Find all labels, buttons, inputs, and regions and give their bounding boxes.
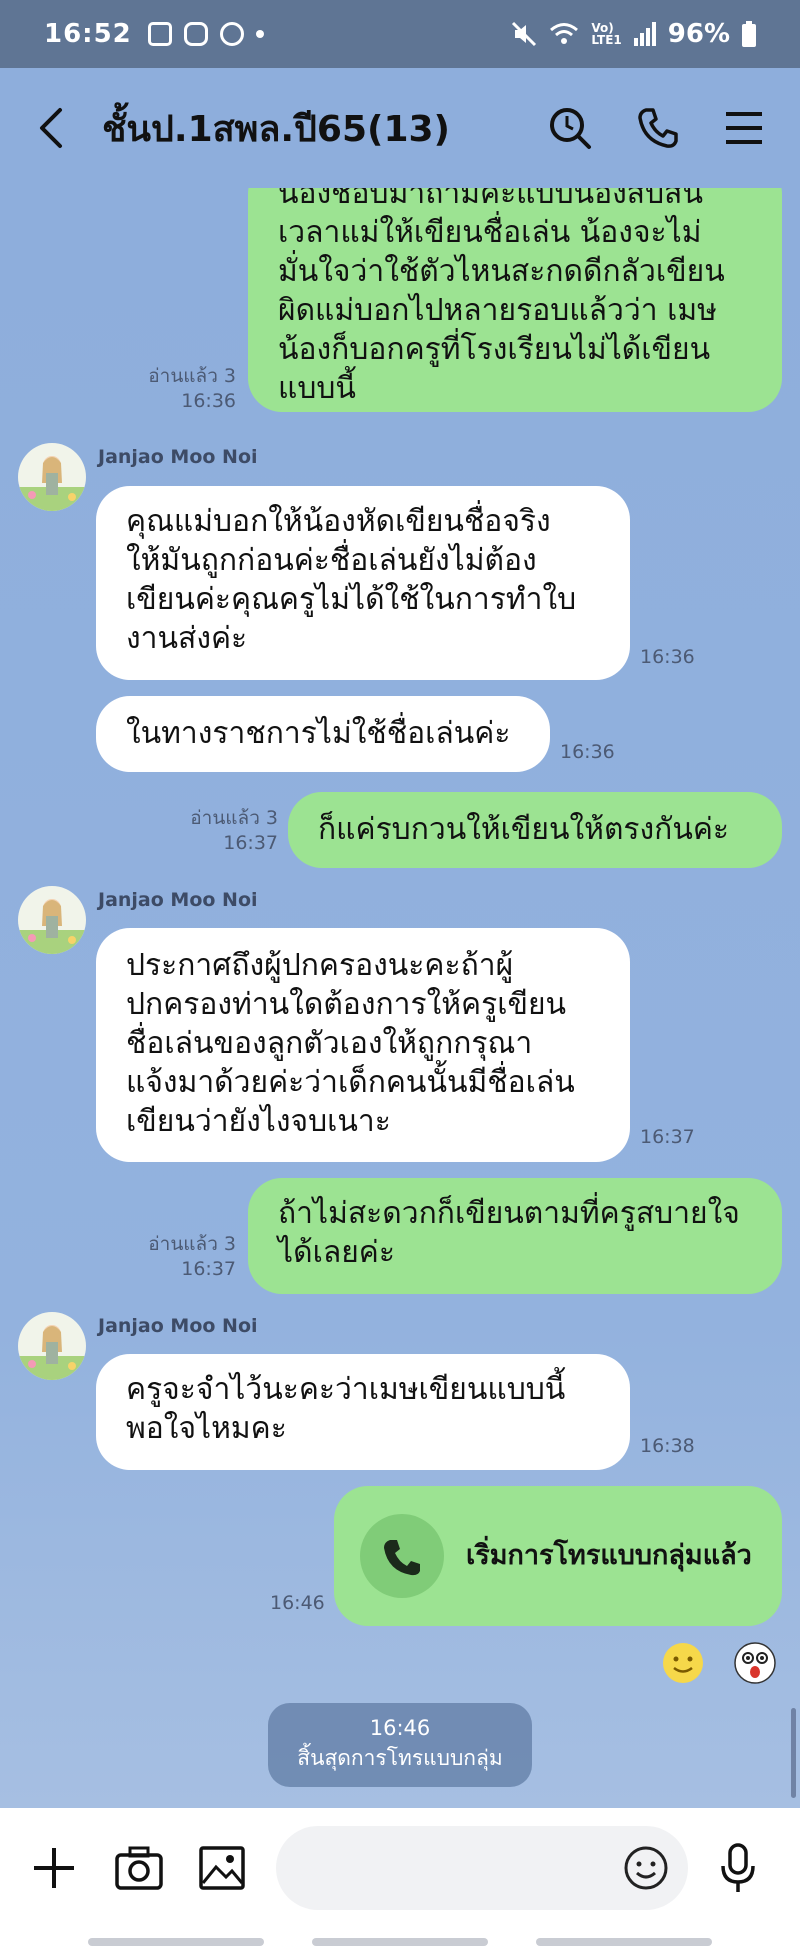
message-meta: อ่านแล้ว 3 16:37 (160, 806, 278, 856)
message-line: ให้มันถูกก่อนค่ะชื่อเล่นยังไม่ต้อง (126, 543, 537, 578)
message-line: คุณแม่บอกให้น้องหัดเขียนชื่อจริง (126, 504, 551, 539)
status-bar: 16:52 Vo) LTE1 96% (0, 0, 800, 68)
sender-name: Janjao Moo Noi (98, 446, 258, 468)
system-nav-bar (0, 1928, 800, 1956)
outgoing-message[interactable]: ก็แค่รบกวนให้เขียนให้ตรงกันค่ะ (288, 792, 782, 868)
message-line: เวลาแม่ให้เขียนชื่อเล่น น้องจะไม่ (278, 215, 702, 250)
message-time: 16:37 (181, 1258, 236, 1280)
message-line: ครูจะจำไว้นะคะว่าเมษเขียนแบบนี้ (126, 1372, 566, 1407)
message-line: งานส่งค่ะ (126, 621, 248, 656)
phone-icon (384, 1540, 420, 1576)
message-time: 16:36 (181, 390, 236, 412)
message-line: ถ้าไม่สะดวกก็เขียนตามที่ครูสบายใจ (278, 1196, 740, 1231)
call-label: เริ่มการโทรแบบกลุ่มแล้ว (466, 1540, 752, 1571)
search-icon[interactable] (548, 106, 592, 150)
wifi-icon (550, 23, 579, 44)
message-line: ก็แค่รบกวนให้เขียนให้ตรงกันค่ะ (318, 812, 730, 847)
outgoing-message[interactable]: ถ้าไม่สะดวกก็เขียนตามที่ครูสบายใจ ได้เลย… (248, 1178, 782, 1294)
chat-area[interactable]: น้องชอบมาถามค่ะแบบน้องสับสน เวลาแม่ให้เข… (0, 188, 800, 1808)
message-time: 16:37 (640, 1126, 695, 1148)
sender-name: Janjao Moo Noi (98, 889, 258, 911)
message-line: พอใจไหมคะ (126, 1411, 287, 1446)
battery-percent: 96% (667, 19, 730, 49)
call-ended-time: 16:46 (369, 1716, 431, 1740)
nav-handle[interactable] (88, 1938, 264, 1946)
line-icon (219, 22, 244, 46)
message-time: 16:46 (270, 1592, 325, 1614)
plus-icon[interactable] (30, 1844, 78, 1892)
avatar-icon (18, 1325, 86, 1380)
smile-emoji-icon[interactable] (662, 1642, 704, 1684)
chat-title: ชั้นป.1สพล.ปี65(13) (102, 108, 451, 150)
status-time: 16:52 (44, 19, 132, 49)
message-line: น้องชอบมาถามค่ะแบบน้องสับสน (278, 188, 703, 211)
image-icon[interactable] (198, 1845, 246, 1891)
emoji-icon[interactable] (622, 1844, 670, 1892)
gallery-icon (147, 22, 172, 46)
read-receipt: อ่านแล้ว 3 (190, 807, 278, 829)
message-line: ได้เลยค่ะ (278, 1235, 395, 1270)
incoming-message[interactable]: ประกาศถึงผู้ปกครองนะคะถ้าผู้ ปกครองท่านใ… (96, 928, 630, 1162)
instagram-icon (183, 22, 208, 46)
message-meta: อ่านแล้ว 3 16:36 (120, 364, 236, 414)
message-line: มั่นใจว่าใช้ตัวไหนสะกดดีกลัวเขียน (278, 254, 725, 289)
menu-icon[interactable] (724, 108, 764, 148)
shocked-face-icon[interactable] (734, 1642, 776, 1684)
message-time: 16:38 (640, 1435, 695, 1457)
incoming-message[interactable]: ครูจะจำไว้นะคะว่าเมษเขียนแบบนี้ พอใจไหมค… (96, 1354, 630, 1470)
avatar-icon (18, 899, 86, 954)
mute-icon (512, 21, 537, 47)
message-line: ชื่อเล่นของลูกตัวเองให้ถูกกรุณา (126, 1026, 533, 1061)
read-receipt: อ่านแล้ว 3 (148, 365, 236, 387)
call-ended-label: สิ้นสุดการโทรแบบกลุ่ม (297, 1746, 503, 1770)
volte-icon: Vo) LTE1 (591, 21, 622, 47)
message-input[interactable] (276, 1826, 688, 1910)
message-time: 16:36 (560, 741, 615, 763)
read-receipt: อ่านแล้ว 3 (148, 1233, 236, 1255)
call-ended-notice: 16:46 สิ้นสุดการโทรแบบกลุ่ม (268, 1703, 532, 1787)
avatar-icon (18, 456, 86, 511)
message-line: เขียนค่ะคุณครูไม่ได้ใช้ในการทำใบ (126, 582, 577, 617)
message-time: 16:36 (640, 646, 695, 668)
chat-header: ชั้นป.1สพล.ปี65(13) (0, 68, 800, 188)
scrollbar[interactable] (791, 1708, 796, 1798)
message-time: 16:37 (223, 832, 278, 854)
message-line: ปกครองท่านใดต้องการให้ครูเขียน (126, 987, 567, 1022)
notification-icons (147, 22, 264, 46)
message-line: เขียนว่ายังไงจบเนาะ (126, 1104, 391, 1139)
message-line: แจ้งมาด้วยค่ะว่าเด็กคนนั้นมีชื่อเล่น (126, 1065, 575, 1100)
microphone-icon[interactable] (718, 1842, 758, 1894)
message-line: น้องก็บอกครูที่โรงเรียนไม่ได้เขียน (278, 332, 711, 367)
call-icon-circle (360, 1514, 444, 1598)
incoming-message[interactable]: คุณแม่บอกให้น้องหัดเขียนชื่อจริง ให้มันถ… (96, 486, 630, 680)
input-bar (0, 1808, 800, 1928)
incoming-message[interactable]: ในทางราชการไม่ใช้ชื่อเล่นค่ะ (96, 696, 550, 772)
phone-icon[interactable] (636, 106, 680, 150)
camera-icon[interactable] (114, 1845, 164, 1891)
avatar[interactable] (18, 443, 86, 511)
message-meta: อ่านแล้ว 3 16:37 (120, 1232, 236, 1282)
outgoing-message[interactable]: น้องชอบมาถามค่ะแบบน้องสับสน เวลาแม่ให้เข… (248, 188, 782, 412)
message-line: แบบนี้ (278, 371, 356, 406)
nav-handle[interactable] (536, 1938, 712, 1946)
message-line: ประกาศถึงผู้ปกครองนะคะถ้าผู้ (126, 948, 514, 983)
avatar[interactable] (18, 886, 86, 954)
sender-name: Janjao Moo Noi (98, 1315, 258, 1337)
message-line: ผิดแม่บอกไปหลายรอบแล้วว่า เมษ (278, 293, 717, 328)
dot-icon (255, 30, 264, 38)
group-call-started-message[interactable]: เริ่มการโทรแบบกลุ่มแล้ว (334, 1486, 782, 1626)
back-arrow-icon[interactable] (36, 106, 66, 150)
signal-icon (633, 22, 656, 46)
nav-handle[interactable] (312, 1938, 488, 1946)
message-line: ในทางราชการไม่ใช้ชื่อเล่นค่ะ (126, 716, 511, 751)
battery-icon (742, 21, 756, 47)
message-text-input[interactable] (300, 1846, 600, 1890)
avatar[interactable] (18, 1312, 86, 1380)
